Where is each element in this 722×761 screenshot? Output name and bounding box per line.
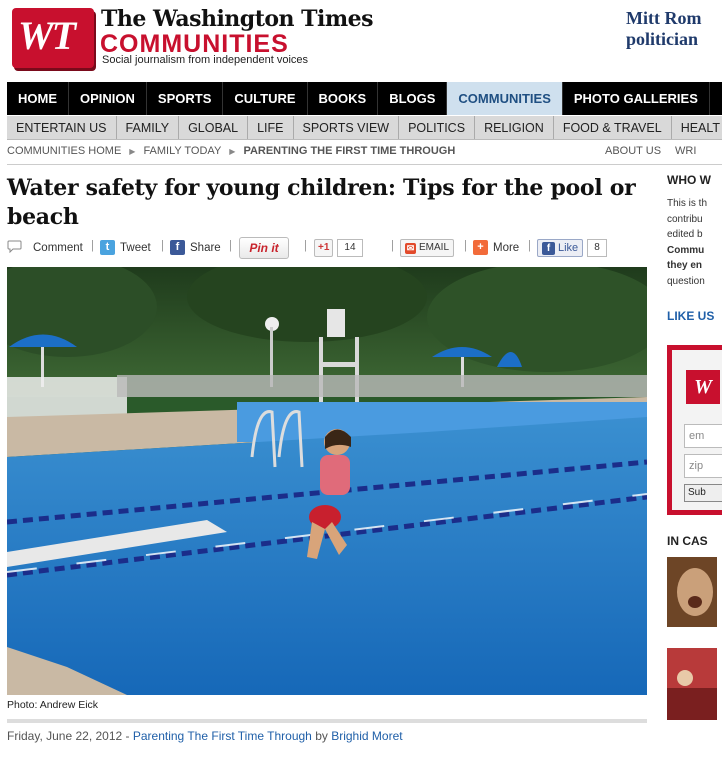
comment-button[interactable]: Comment [7, 240, 83, 256]
nav-communities[interactable]: COMMUNITIES [447, 82, 563, 115]
secondary-nav: ENTERTAIN US FAMILY GLOBAL LIFE SPORTS V… [7, 116, 722, 140]
promo-line-2: politician [626, 29, 699, 49]
subnav-food-travel[interactable]: FOOD & TRAVEL [554, 116, 672, 139]
subnav-life[interactable]: LIFE [248, 116, 294, 139]
write-link[interactable]: WRI [675, 145, 696, 157]
google-plus-icon: +1 [314, 239, 334, 257]
nav-books[interactable]: BOOKS [308, 82, 379, 115]
sidebar-text-line: This is th [667, 198, 708, 209]
sidebar-text-line: they en [667, 260, 703, 271]
primary-nav: HOME OPINION SPORTS CULTURE BOOKS BLOGS … [7, 82, 722, 115]
thumbnail-image [667, 648, 717, 720]
email-field[interactable]: em [684, 424, 722, 448]
byline-date: Friday, June 22, 2012 - [7, 729, 130, 743]
twitter-icon: t [100, 240, 115, 255]
breadcrumb-arrow-icon: ▶ [229, 147, 236, 156]
separator: | [161, 240, 164, 252]
tweet-label: Tweet [120, 241, 151, 254]
divider [7, 164, 722, 165]
sidebar-title: WHO W [667, 173, 711, 187]
plus-icon: + [473, 240, 488, 255]
nav-home[interactable]: HOME [7, 82, 69, 115]
sidebar-thumbnail[interactable] [667, 557, 717, 627]
breadcrumb-communities-home[interactable]: COMMUNITIES HOME [7, 145, 121, 159]
separator: | [528, 240, 531, 252]
share-bar: Comment | t Tweet | f Share | Pin it | +… [7, 236, 657, 260]
breadcrumb-arrow-icon: ▶ [129, 147, 136, 156]
more-label: More [493, 241, 520, 254]
sidebar-text-line: contribu [667, 213, 703, 225]
nav-culture[interactable]: CULTURE [223, 82, 308, 115]
facebook-share-button[interactable]: f Share [170, 240, 221, 255]
byline-author-link[interactable]: Brighid Moret [331, 729, 402, 743]
facebook-like-button[interactable]: f Like 8 [537, 239, 607, 257]
like-us-link[interactable]: LIKE US [667, 309, 714, 323]
like-button-face: f Like [537, 239, 584, 257]
site-logo[interactable]: WT [12, 8, 94, 68]
sidebar-thumbnail[interactable] [667, 648, 717, 720]
email-button[interactable]: ✉ EMAIL [400, 239, 455, 257]
sidebar-text-line: edited b [667, 229, 703, 240]
nav-opinion[interactable]: OPINION [69, 82, 147, 115]
subnav-politics[interactable]: POLITICS [399, 116, 476, 139]
article-byline: Friday, June 22, 2012 - Parenting The Fi… [7, 729, 403, 743]
facebook-icon: f [170, 240, 185, 255]
subnav-global[interactable]: GLOBAL [179, 116, 249, 139]
promo-line-1: Mitt Rom [626, 8, 702, 28]
separator: | [229, 240, 232, 252]
newsletter-signup: W em zip Sub [667, 345, 722, 515]
divider [7, 719, 647, 723]
subnav-family[interactable]: FAMILY [117, 116, 180, 139]
byline-by: by [315, 729, 328, 743]
separator: | [91, 240, 94, 252]
subnav-entertain-us[interactable]: ENTERTAIN US [7, 116, 117, 139]
breadcrumb-current[interactable]: PARENTING THE FIRST TIME THROUGH [243, 145, 455, 159]
breadcrumb-family-today[interactable]: FAMILY TODAY [143, 145, 221, 159]
pool-photo-illustration [7, 267, 647, 695]
comment-icon [7, 240, 22, 256]
email-label: EMAIL [419, 242, 450, 253]
like-count: 8 [587, 239, 607, 257]
article-headline: Water safety for young children: Tips fo… [7, 175, 636, 230]
separator: | [391, 240, 394, 252]
zip-field[interactable]: zip [684, 454, 722, 478]
masthead[interactable]: The Washington Times [101, 6, 374, 32]
share-label: Share [190, 241, 221, 254]
sidebar-text-line: Commu [667, 244, 705, 256]
pinterest-button[interactable]: Pin it [239, 237, 289, 259]
email-icon: ✉ [405, 242, 416, 254]
subnav-religion[interactable]: RELIGION [475, 116, 554, 139]
promo-headline[interactable]: Mitt Rom politician [626, 8, 701, 50]
signup-logo: W [686, 370, 720, 404]
byline-section-link[interactable]: Parenting The First Time Through [133, 729, 312, 743]
subnav-sports-view[interactable]: SPORTS VIEW [294, 116, 400, 139]
nav-photo-galleries[interactable]: PHOTO GALLERIES [563, 82, 710, 115]
sidebar-description: This is th contribu edited b Commu they … [667, 196, 722, 289]
subnav-health[interactable]: HEALT [672, 116, 722, 139]
photo-caption: Photo: Andrew Eick [7, 699, 99, 711]
facebook-icon: f [542, 241, 555, 255]
google-plus-button[interactable]: +1 14 [314, 239, 363, 257]
separator: | [464, 240, 467, 252]
face-thumbnail-image [667, 557, 717, 627]
nav-blogs[interactable]: BLOGS [378, 82, 448, 115]
sidebar-text-line: question [667, 275, 705, 287]
submit-button[interactable]: Sub [684, 484, 722, 502]
in-case-heading: IN CAS [667, 534, 708, 548]
like-label: Like [558, 242, 579, 254]
about-us-link[interactable]: ABOUT US [605, 145, 661, 157]
breadcrumb-right-links: ABOUT US WRI [605, 145, 696, 157]
separator: | [304, 240, 307, 252]
tagline: Social journalism from independent voice… [102, 54, 309, 66]
nav-sports[interactable]: SPORTS [147, 82, 224, 115]
tweet-button[interactable]: t Tweet [100, 240, 151, 255]
breadcrumb: COMMUNITIES HOME ▶ FAMILY TODAY ▶ PARENT… [7, 145, 455, 159]
comment-label: Comment [33, 242, 83, 254]
google-plus-count: 14 [337, 239, 363, 257]
logo-text: WT [18, 13, 76, 58]
more-share-button[interactable]: + More [473, 240, 519, 255]
article-photo[interactable] [7, 267, 647, 695]
